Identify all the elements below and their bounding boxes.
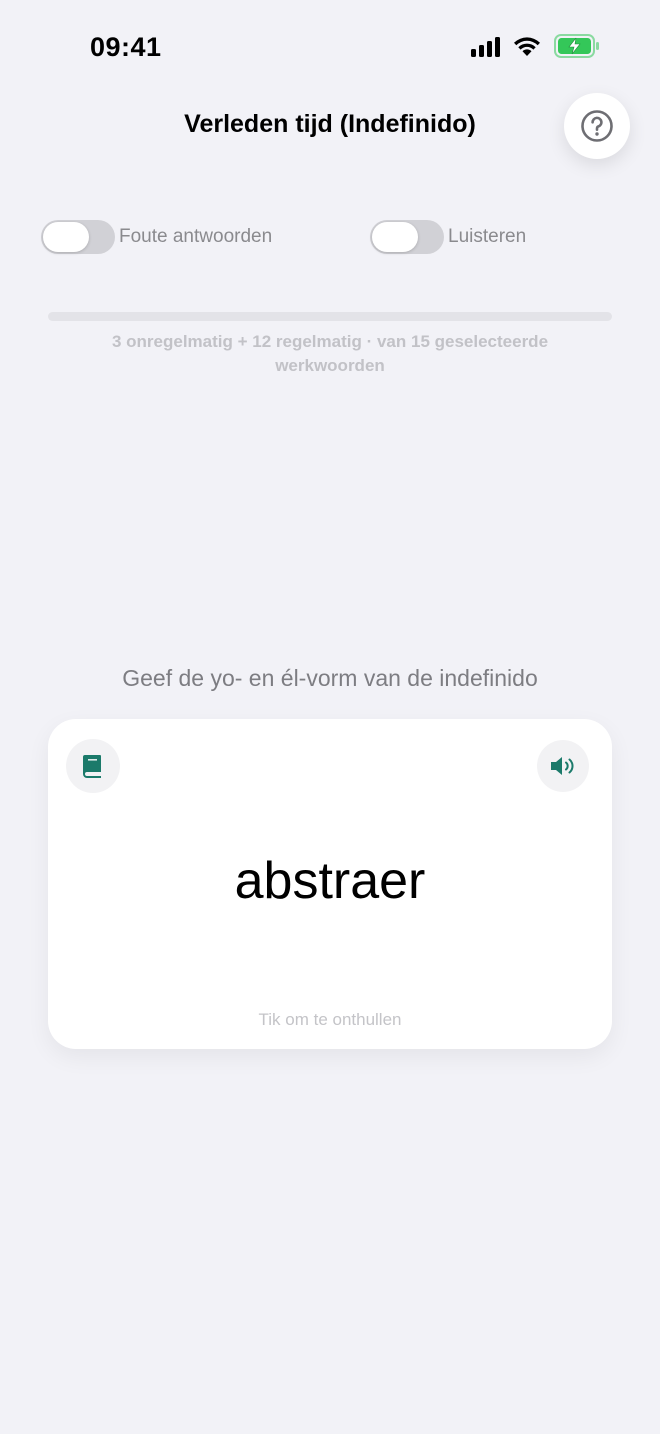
progress-text: 3 onregelmatig + 12 regelmatig · van 15 …	[111, 332, 549, 375]
toggle-listen-group: Luisteren	[370, 220, 526, 254]
page-title: Verleden tijd (Indefinido)	[184, 110, 476, 138]
question-circle-icon	[581, 110, 613, 142]
toggle-wrong-answers[interactable]	[41, 220, 115, 254]
cellular-signal-icon	[471, 35, 500, 57]
toggle-listen-label: Luisteren	[448, 226, 527, 247]
question-prompt: Geef de yo- en él-vorm van de indefinido	[122, 665, 538, 691]
status-icons	[471, 34, 600, 58]
toggle-listen[interactable]	[370, 220, 444, 254]
help-button[interactable]	[564, 93, 630, 159]
wifi-icon	[512, 35, 542, 57]
status-time: 09:41	[90, 32, 162, 62]
battery-charging-icon	[554, 34, 600, 58]
flashcard-word: abstraer	[234, 852, 426, 910]
progress-bar	[48, 312, 612, 321]
settings-toggles: Foute antwoorden Luisteren	[0, 220, 660, 256]
reveal-hint: Tik om te onthullen	[258, 1010, 402, 1029]
flashcard[interactable]: abstraer Tik om te onthullen	[48, 719, 612, 1049]
book-icon	[83, 755, 101, 778]
play-audio-button[interactable]	[537, 740, 589, 792]
toggle-wrong-answers-label: Foute antwoorden	[119, 226, 273, 247]
toggle-wrong-answers-group: Foute antwoorden	[41, 220, 272, 254]
dictionary-button[interactable]	[66, 739, 120, 793]
status-bar: 09:41	[0, 0, 660, 96]
speaker-icon	[551, 757, 574, 775]
